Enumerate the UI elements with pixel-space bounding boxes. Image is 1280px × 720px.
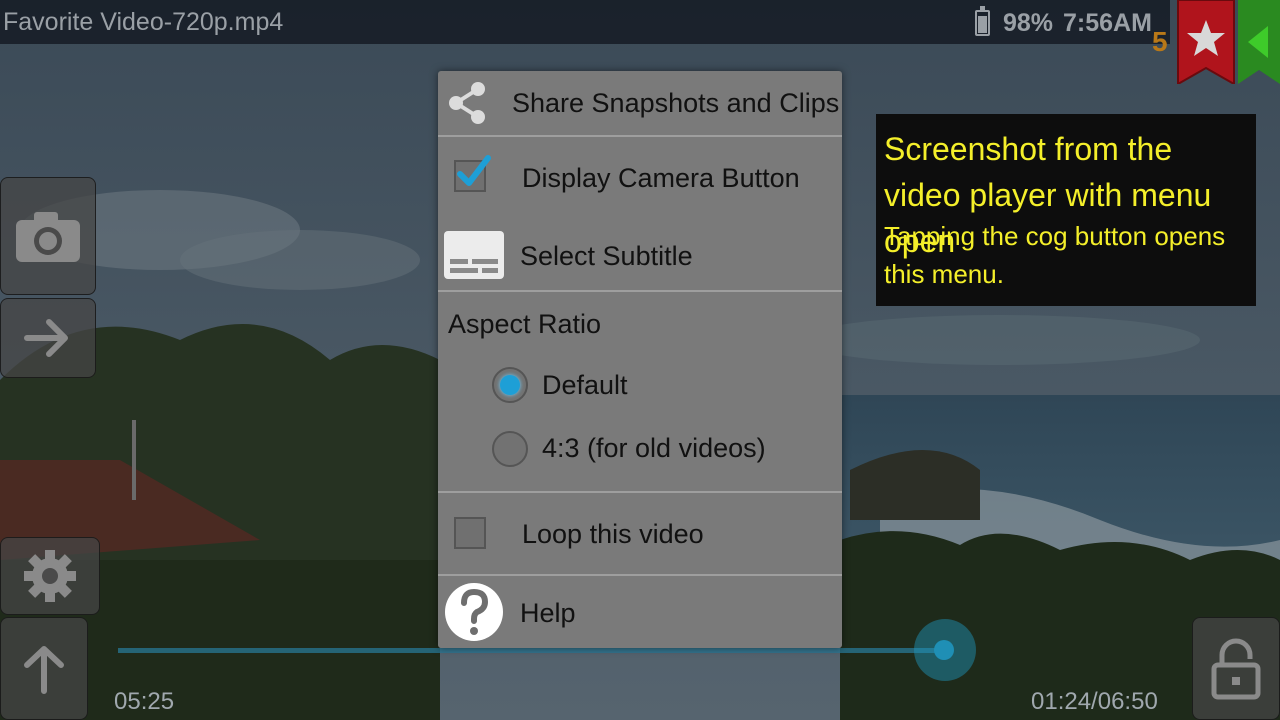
options-menu: Share Snapshots and Clips Display Camera…	[438, 71, 842, 648]
battery-icon	[975, 6, 990, 36]
lock-button[interactable]	[1192, 617, 1280, 720]
aspect-ratio-heading: Aspect Ratio	[448, 309, 602, 339]
aspect-option-label: 4:3 (for old videos)	[542, 433, 766, 463]
checkmark-icon	[457, 155, 491, 186]
help-icon	[445, 583, 503, 641]
arrow-up-icon	[24, 645, 64, 694]
video-title: Favorite Video-720p.mp4	[3, 8, 284, 36]
back-button[interactable]	[1238, 0, 1280, 84]
star-icon	[1177, 0, 1235, 86]
seek-thumb[interactable]	[934, 640, 954, 660]
help-label: Help	[520, 598, 576, 628]
loop-checkbox[interactable]	[454, 517, 486, 549]
share-icon	[449, 82, 485, 124]
menu-item-loop[interactable]: Loop this video	[438, 497, 842, 573]
gear-icon	[24, 550, 76, 602]
menu-item-help[interactable]: Help	[438, 579, 842, 647]
aspect-default-radio[interactable]	[492, 367, 528, 403]
up-button[interactable]	[0, 617, 88, 720]
status-bar: Favorite Video-720p.mp4 98% 7:56AM	[0, 0, 1170, 44]
annotation-callout: Screenshot from the video player with me…	[876, 114, 1256, 306]
aspect-option-label: Default	[542, 370, 628, 400]
camera-icon	[16, 212, 80, 262]
back-triangle-icon	[1238, 0, 1280, 84]
menu-divider	[438, 574, 842, 576]
next-button[interactable]	[0, 298, 96, 378]
share-label: Share Snapshots and Clips	[512, 88, 840, 118]
aspect-option-4-3[interactable]: 4:3 (for old videos)	[438, 419, 842, 481]
menu-item-display-camera[interactable]: Display Camera Button	[438, 141, 842, 211]
menu-divider	[438, 491, 842, 493]
camera-button[interactable]	[0, 177, 96, 295]
favorite-button[interactable]	[1176, 0, 1236, 86]
elapsed-time: 05:25	[114, 688, 175, 715]
aspect-4-3-radio[interactable]	[492, 431, 528, 467]
menu-item-share[interactable]: Share Snapshots and Clips	[438, 71, 842, 135]
select-subtitle-label: Select Subtitle	[520, 241, 693, 271]
clock: 7:56AM	[1063, 9, 1152, 37]
loop-label: Loop this video	[522, 519, 704, 549]
menu-item-select-subtitle[interactable]: Select Subtitle	[438, 219, 842, 291]
aspect-ratio-heading-row: Aspect Ratio	[438, 295, 842, 351]
favorites-count: 5	[1152, 26, 1168, 57]
seek-bar[interactable]	[118, 648, 946, 653]
aspect-option-default[interactable]: Default	[438, 355, 842, 417]
arrow-right-icon	[24, 319, 68, 357]
display-camera-label: Display Camera Button	[522, 163, 800, 193]
menu-divider	[438, 135, 842, 137]
unlock-icon	[1211, 638, 1261, 699]
position-total-time: 01:24/06:50	[1031, 688, 1158, 715]
display-camera-checkbox[interactable]	[454, 155, 491, 192]
settings-button[interactable]	[0, 537, 100, 615]
menu-divider	[438, 290, 842, 292]
subtitle-icon	[444, 231, 504, 279]
callout-body: Tapping the cog button opens this menu.	[884, 221, 1226, 289]
battery-percent: 98%	[1003, 9, 1054, 37]
